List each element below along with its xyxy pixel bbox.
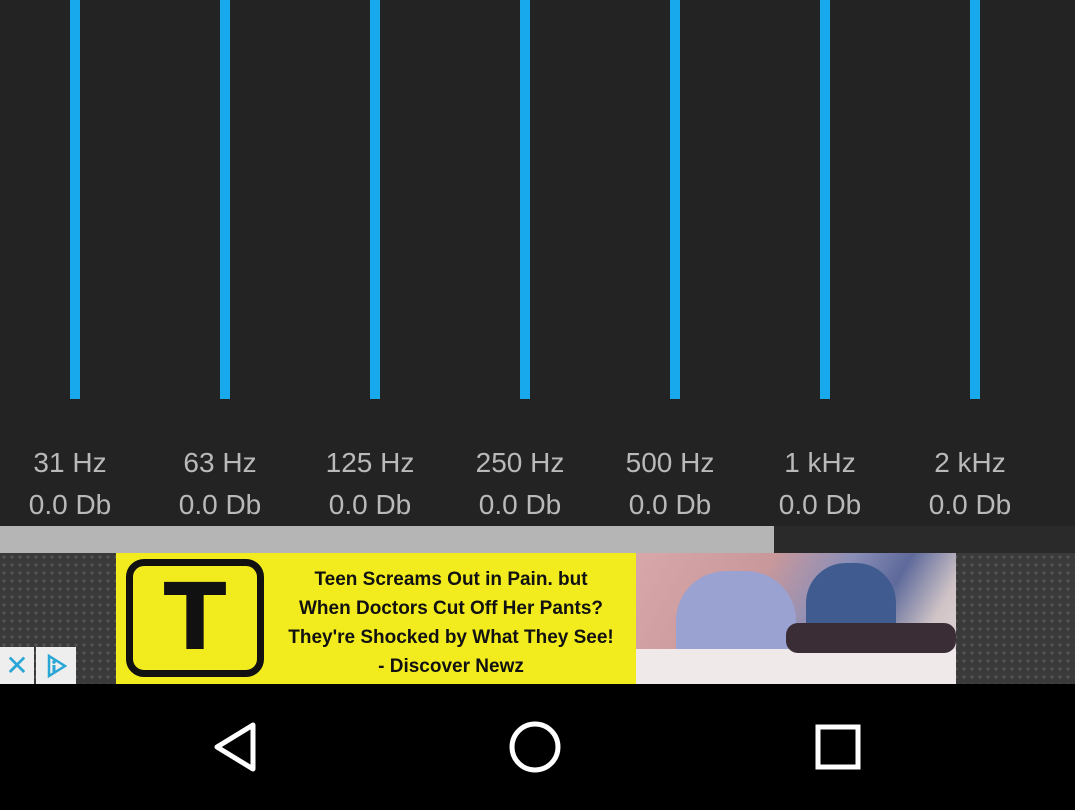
ad-photo-patient bbox=[786, 623, 956, 653]
navigation-bar bbox=[0, 684, 1075, 810]
band-slider[interactable] bbox=[220, 0, 230, 399]
band-500hz: 500 Hz 0.0 Db bbox=[600, 0, 750, 526]
band-gain-label: 0.0 Db bbox=[28, 489, 112, 520]
band-frequency-label: 250 Hz bbox=[475, 447, 565, 478]
band-gain-label: 0.0 Db bbox=[328, 489, 412, 520]
band-frequency-label: 125 Hz bbox=[325, 447, 415, 478]
band-2khz: 2 kHz 0.0 Db bbox=[900, 0, 1050, 526]
ad-logo: T bbox=[126, 559, 264, 677]
band-63hz: 63 Hz 0.0 Db bbox=[150, 0, 300, 526]
ad-banner[interactable]: T Teen Screams Out in Pain. but When Doc… bbox=[116, 553, 956, 684]
band-frequency-label: 63 Hz bbox=[183, 447, 257, 478]
close-icon[interactable]: ✕ bbox=[0, 647, 34, 684]
recents-square-icon[interactable] bbox=[798, 714, 878, 780]
ad-photo bbox=[636, 553, 956, 684]
ad-photo-bed bbox=[636, 649, 956, 684]
band-slider[interactable] bbox=[520, 0, 530, 399]
band-gain-label: 0.0 Db bbox=[778, 489, 862, 520]
ad-logo-letter: T bbox=[163, 564, 227, 671]
scrollbar-thumb[interactable] bbox=[0, 526, 774, 553]
ad-strip: T Teen Screams Out in Pain. but When Doc… bbox=[0, 553, 1075, 684]
band-slider[interactable] bbox=[70, 0, 80, 399]
band-250hz: 250 Hz 0.0 Db bbox=[450, 0, 600, 526]
band-slider[interactable] bbox=[970, 0, 980, 399]
band-gain-label: 0.0 Db bbox=[928, 489, 1012, 520]
back-triangle-icon[interactable] bbox=[195, 714, 275, 780]
band-slider[interactable] bbox=[370, 0, 380, 399]
band-frequency-label: 500 Hz bbox=[625, 447, 715, 478]
band-slider[interactable] bbox=[670, 0, 680, 399]
band-31hz: 31 Hz 0.0 Db bbox=[0, 0, 150, 526]
band-slider[interactable] bbox=[820, 0, 830, 399]
equalizer-panel: 31 Hz 0.0 Db 63 Hz 0.0 Db 125 Hz 0.0 Db … bbox=[0, 0, 1075, 526]
band-gain-label: 0.0 Db bbox=[478, 489, 562, 520]
adchoices-icon[interactable] bbox=[36, 647, 76, 684]
band-125hz: 125 Hz 0.0 Db bbox=[300, 0, 450, 526]
horizontal-scrollbar[interactable] bbox=[0, 526, 1075, 553]
band-gain-label: 0.0 Db bbox=[628, 489, 712, 520]
ad-headline-line: When Doctors Cut Off Her Pants? bbox=[298, 598, 603, 619]
band-frequency-label: 1 kHz bbox=[784, 447, 856, 478]
home-circle-icon[interactable] bbox=[495, 714, 575, 780]
band-frequency-label: 2 kHz bbox=[934, 447, 1006, 478]
ad-headline-line: They're Shocked by What They See! bbox=[288, 627, 614, 648]
band-gain-label: 0.0 Db bbox=[178, 489, 262, 520]
ad-headline: Teen Screams Out in Pain. but When Docto… bbox=[276, 565, 626, 681]
ad-headline-line: Teen Screams Out in Pain. but bbox=[314, 569, 588, 590]
band-frequency-label: 31 Hz bbox=[33, 447, 107, 478]
ad-headline-line: - Discover Newz bbox=[378, 656, 524, 677]
band-1khz: 1 kHz 0.0 Db bbox=[750, 0, 900, 526]
